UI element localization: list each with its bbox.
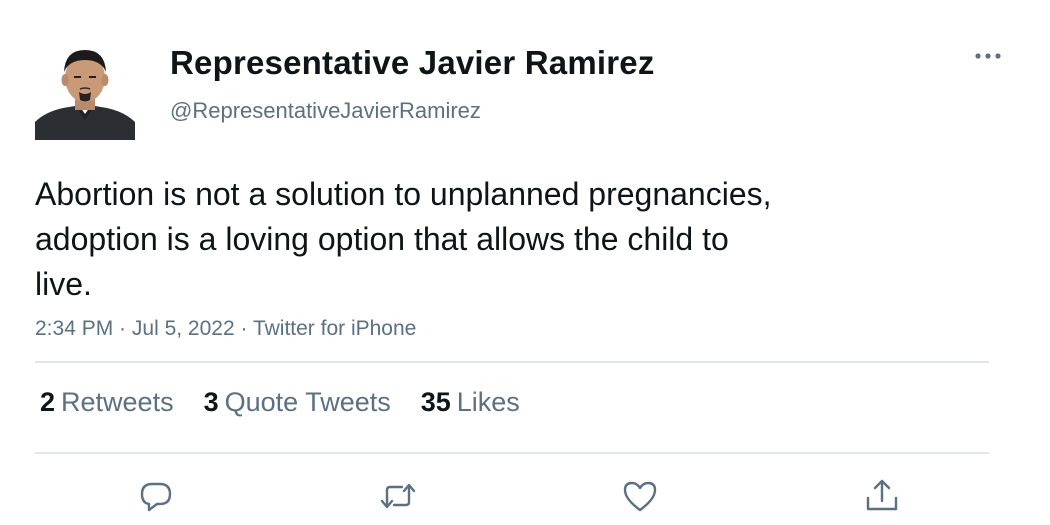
share-icon[interactable]	[862, 476, 902, 516]
tweet-meta: 2:34 PM · Jul 5, 2022 · Twitter for iPho…	[35, 317, 416, 341]
user-handle[interactable]: @RepresentativeJavierRamirez	[170, 98, 481, 124]
likes-stat[interactable]: 35 Likes	[421, 387, 520, 418]
tweet-text: Abortion is not a solution to unplanned …	[35, 176, 772, 302]
tweet-time[interactable]: 2:34 PM	[35, 317, 113, 340]
retweets-count: 2	[40, 387, 56, 417]
quote-tweets-count: 3	[203, 387, 219, 417]
meta-separator: ·	[234, 317, 253, 340]
meta-separator: ·	[113, 317, 132, 340]
tweet-card: Representative Javier Ramirez @Represent…	[0, 0, 1050, 525]
more-icon[interactable]	[968, 42, 1008, 70]
heart-icon[interactable]	[620, 476, 660, 516]
quote-tweets-stat[interactable]: 3 Quote Tweets	[204, 387, 391, 418]
tweet-date[interactable]: Jul 5, 2022	[132, 317, 235, 340]
divider	[35, 452, 989, 454]
quote-tweets-label: Quote Tweets	[224, 387, 391, 417]
retweets-label: Retweets	[61, 387, 174, 417]
likes-label: Likes	[456, 387, 520, 417]
tweet-source[interactable]: Twitter for iPhone	[253, 317, 416, 340]
reply-icon[interactable]	[136, 476, 176, 516]
divider	[35, 361, 989, 363]
likes-count: 35	[420, 387, 451, 417]
retweets-stat[interactable]: 2 Retweets	[40, 387, 174, 418]
tweet-stats: 2 Retweets 3 Quote Tweets 35 Likes	[40, 387, 520, 418]
display-name[interactable]: Representative Javier Ramirez	[170, 44, 655, 82]
avatar[interactable]	[35, 40, 135, 140]
retweet-icon[interactable]	[378, 476, 418, 516]
